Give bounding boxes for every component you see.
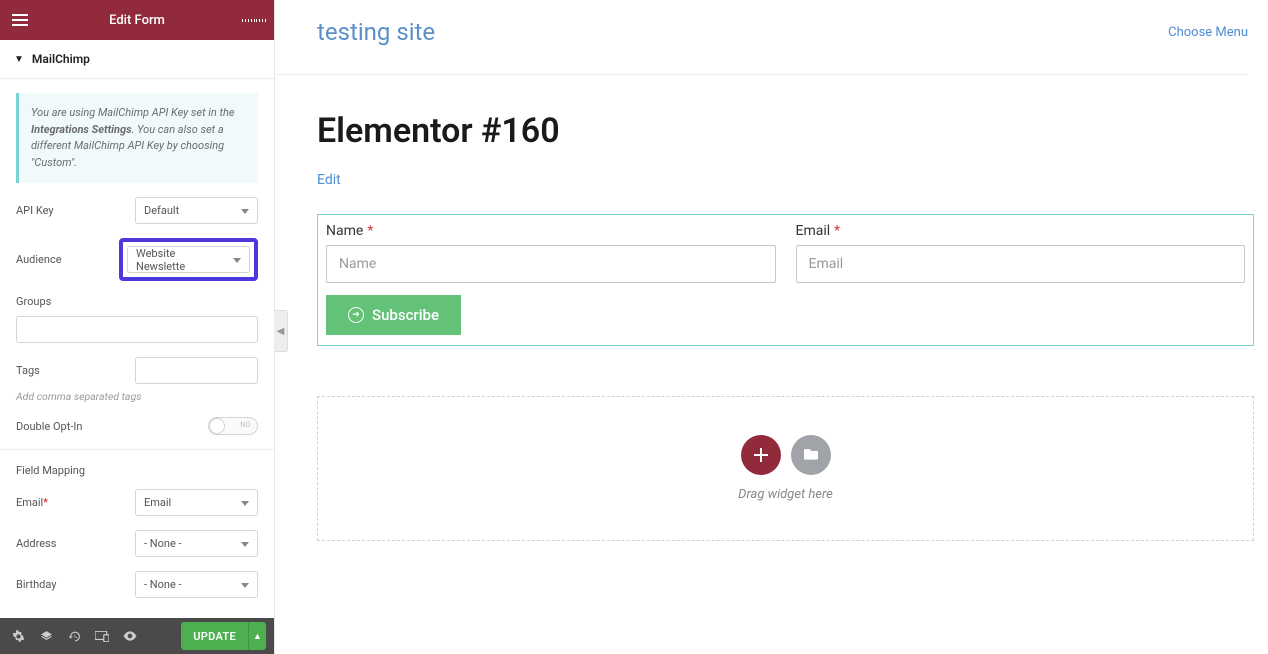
collapse-handle[interactable]: ◀: [274, 310, 288, 352]
name-input[interactable]: [326, 245, 776, 283]
update-button[interactable]: UPDATE ▲: [181, 622, 266, 650]
audience-select[interactable]: Website Newslette: [127, 246, 250, 273]
bottom-bar: UPDATE ▲: [0, 618, 274, 654]
form-field-email: Email*: [796, 223, 1246, 283]
name-label: Name*: [326, 223, 776, 239]
map-address-row: Address - None -: [16, 530, 258, 557]
drop-zone-text: Drag widget here: [738, 487, 833, 502]
info-box: You are using MailChimp API Key set in t…: [16, 93, 258, 183]
hamburger-icon[interactable]: [8, 8, 32, 32]
form-widget[interactable]: Name* Email* ➔ Subscribe: [317, 214, 1254, 346]
api-key-select[interactable]: Default: [135, 197, 258, 224]
api-key-row: API Key Default: [16, 197, 258, 224]
panel-body: ▼ MailChimp You are using MailChimp API …: [0, 40, 274, 618]
tags-row: Tags: [16, 357, 258, 384]
edit-link[interactable]: Edit: [317, 172, 341, 188]
field-mapping-heading: Field Mapping: [16, 464, 258, 477]
tags-hint: Add comma separated tags: [16, 390, 258, 403]
drop-zone[interactable]: Drag widget here: [317, 396, 1254, 541]
section-content: You are using MailChimp API Key set in t…: [0, 79, 274, 598]
map-email-label: Email*: [16, 496, 48, 509]
layers-icon[interactable]: [32, 618, 60, 654]
sidebar-header: Edit Form: [0, 0, 274, 40]
subscribe-button[interactable]: ➔ Subscribe: [326, 295, 461, 335]
audience-highlight: Website Newslette: [119, 238, 258, 281]
preview-icon[interactable]: [116, 618, 144, 654]
map-birthday-row: Birthday - None -: [16, 571, 258, 598]
page-heading: Elementor #160: [317, 111, 1254, 151]
tags-input[interactable]: [135, 357, 258, 384]
arrow-right-icon: ➔: [348, 307, 364, 323]
page-body: Elementor #160 Edit Name* Email* ➔ Subsc…: [275, 75, 1268, 561]
map-address-select[interactable]: - None -: [135, 530, 258, 557]
section-label: MailChimp: [32, 52, 90, 66]
choose-menu-link[interactable]: Choose Menu: [1168, 25, 1248, 40]
site-title[interactable]: testing site: [317, 18, 435, 46]
audience-label: Audience: [16, 253, 62, 266]
double-optin-toggle[interactable]: NO: [208, 417, 258, 435]
page-header: testing site Choose Menu: [275, 0, 1268, 74]
map-email-row: Email* Email: [16, 489, 258, 516]
caret-up-icon[interactable]: ▲: [248, 622, 266, 650]
sidebar-title: Edit Form: [109, 13, 165, 28]
map-birthday-label: Birthday: [16, 578, 57, 591]
responsive-icon[interactable]: [88, 618, 116, 654]
form-field-name: Name*: [326, 223, 776, 283]
audience-row: Audience Website Newslette: [16, 238, 258, 281]
email-label: Email*: [796, 223, 1246, 239]
history-icon[interactable]: [60, 618, 88, 654]
template-button[interactable]: [791, 435, 831, 475]
tags-label: Tags: [16, 364, 40, 377]
double-optin-label: Double Opt-In: [16, 420, 82, 433]
groups-label: Groups: [16, 295, 258, 308]
settings-icon[interactable]: [4, 618, 32, 654]
apps-icon[interactable]: [242, 8, 266, 32]
groups-row: Groups: [16, 295, 258, 343]
email-input[interactable]: [796, 245, 1246, 283]
map-address-label: Address: [16, 537, 56, 550]
map-email-select[interactable]: Email: [135, 489, 258, 516]
map-birthday-select[interactable]: - None -: [135, 571, 258, 598]
section-mailchimp-header[interactable]: ▼ MailChimp: [0, 40, 274, 79]
groups-input[interactable]: [16, 316, 258, 343]
editor-sidebar: Edit Form ▼ MailChimp You are using Mail…: [0, 0, 275, 654]
preview-canvas: testing site Choose Menu Elementor #160 …: [275, 0, 1268, 654]
api-key-label: API Key: [16, 204, 54, 217]
add-section-button[interactable]: [741, 435, 781, 475]
caret-down-icon: ▼: [14, 54, 24, 65]
double-optin-row: Double Opt-In NO: [16, 417, 258, 435]
